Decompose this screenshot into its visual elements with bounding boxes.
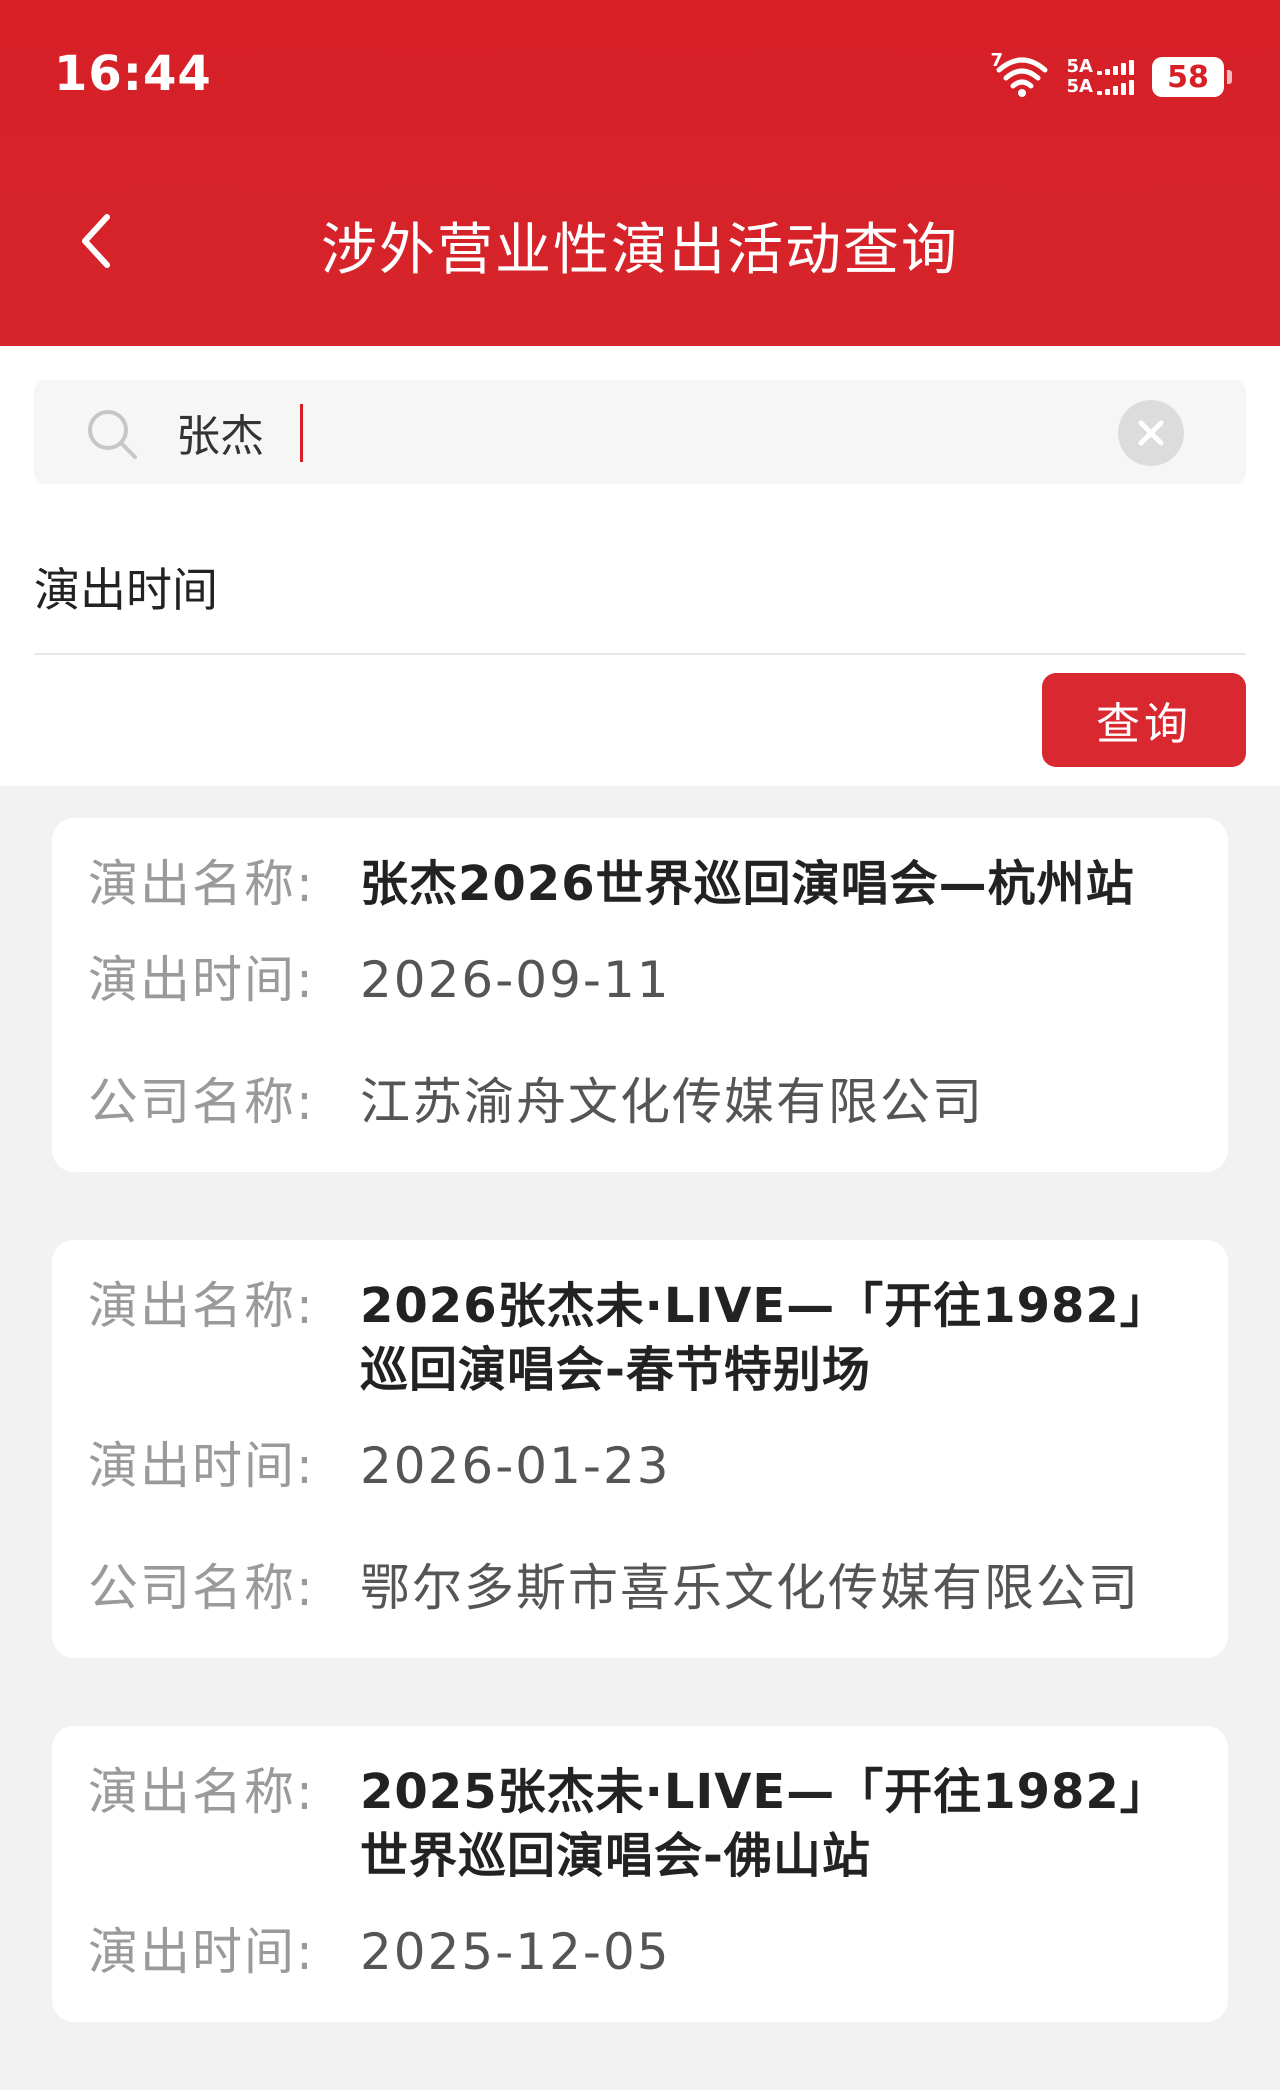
result-card[interactable]: 演出名称: 2026张杰未·LIVE—「开往1982」巡回演唱会-春节特别场 演… — [52, 1240, 1228, 1658]
company-name: 江苏渝舟文化传媒有限公司 — [360, 1073, 984, 1131]
battery-icon: 58 — [1152, 57, 1232, 97]
name-label: 演出名称: — [88, 855, 315, 913]
clear-button[interactable] — [1118, 400, 1184, 466]
page-title: 涉外营业性演出活动查询 — [321, 218, 959, 283]
app-header: 16:44 7 5A 5A 58 涉外营业性演出活动查询 — [0, 0, 1280, 346]
search-box[interactable] — [34, 380, 1246, 484]
performance-name: 2026张杰未·LIVE—「开往1982」巡回演唱会-春节特别场 — [360, 1278, 1145, 1398]
time-label: 演出时间: — [88, 1437, 315, 1495]
performance-time: 2026-01-23 — [360, 1437, 671, 1495]
search-input[interactable] — [174, 400, 1134, 464]
company-name: 鄂尔多斯市喜乐文化传媒有限公司 — [360, 1559, 1140, 1617]
network-1-label: 5A — [1066, 56, 1093, 77]
performance-time-filter[interactable]: 演出时间 — [34, 554, 218, 620]
filter-panel: 演出时间 查询 — [0, 346, 1280, 786]
search-icon — [88, 410, 137, 459]
query-button[interactable]: 查询 — [1042, 673, 1246, 767]
performance-name: 2025张杰未·LIVE—「开往1982」世界巡回演唱会-佛山站 — [360, 1764, 1145, 1884]
name-label: 演出名称: — [88, 1763, 315, 1821]
time-label: 演出时间: — [88, 951, 315, 1009]
time-label: 演出时间: — [88, 1923, 315, 1981]
signal-icon: 5A 5A — [1067, 58, 1134, 96]
clear-icon — [1138, 420, 1164, 446]
status-icons: 7 5A 5A 58 — [991, 50, 1232, 102]
performance-name: 张杰2026世界巡回演唱会—杭州站 — [360, 856, 1135, 912]
performance-time: 2026-09-11 — [360, 951, 671, 1009]
result-card[interactable]: 演出名称: 2025张杰未·LIVE—「开往1982」世界巡回演唱会-佛山站 演… — [52, 1726, 1228, 2022]
wifi-icon: 7 — [991, 50, 1049, 98]
divider — [34, 653, 1246, 655]
company-label: 公司名称: — [88, 1559, 315, 1617]
status-time: 16:44 — [54, 46, 212, 102]
performance-time: 2025-12-05 — [360, 1923, 671, 1981]
wifi-badge: 7 — [990, 50, 1004, 71]
result-card[interactable]: 演出名称: 张杰2026世界巡回演唱会—杭州站 演出时间: 2026-09-11… — [52, 818, 1228, 1172]
network-2-label: 5A — [1066, 76, 1093, 97]
name-label: 演出名称: — [88, 1277, 315, 1335]
text-caret — [300, 404, 303, 462]
company-label: 公司名称: — [88, 1073, 315, 1131]
battery-level: 58 — [1167, 59, 1209, 95]
result-list: 演出名称: 张杰2026世界巡回演唱会—杭州站 演出时间: 2026-09-11… — [52, 818, 1228, 2090]
